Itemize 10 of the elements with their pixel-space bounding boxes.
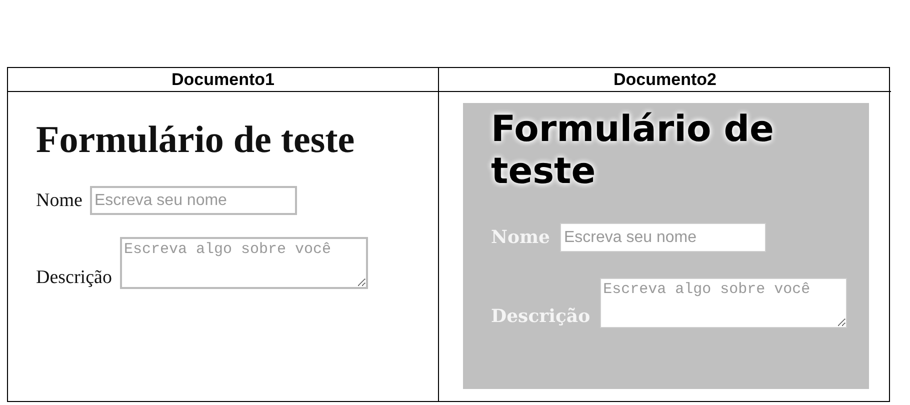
description-text-area[interactable]: Escreva algo sobre você — [600, 278, 848, 328]
name-input-field[interactable]: Escreva seu nome — [90, 186, 298, 215]
column-header: Documento1 — [8, 68, 439, 92]
form-heading: Formulário de teste — [491, 109, 775, 193]
field-label: Nome — [36, 190, 82, 212]
form-heading: Formulário de teste — [36, 118, 356, 162]
column-header: Documento2 — [439, 68, 891, 92]
field-label: Descrição — [36, 267, 112, 289]
name-input-field[interactable]: Escreva seu nome — [560, 223, 766, 252]
description-text-area[interactable]: Escreva algo sobre você — [120, 237, 368, 289]
